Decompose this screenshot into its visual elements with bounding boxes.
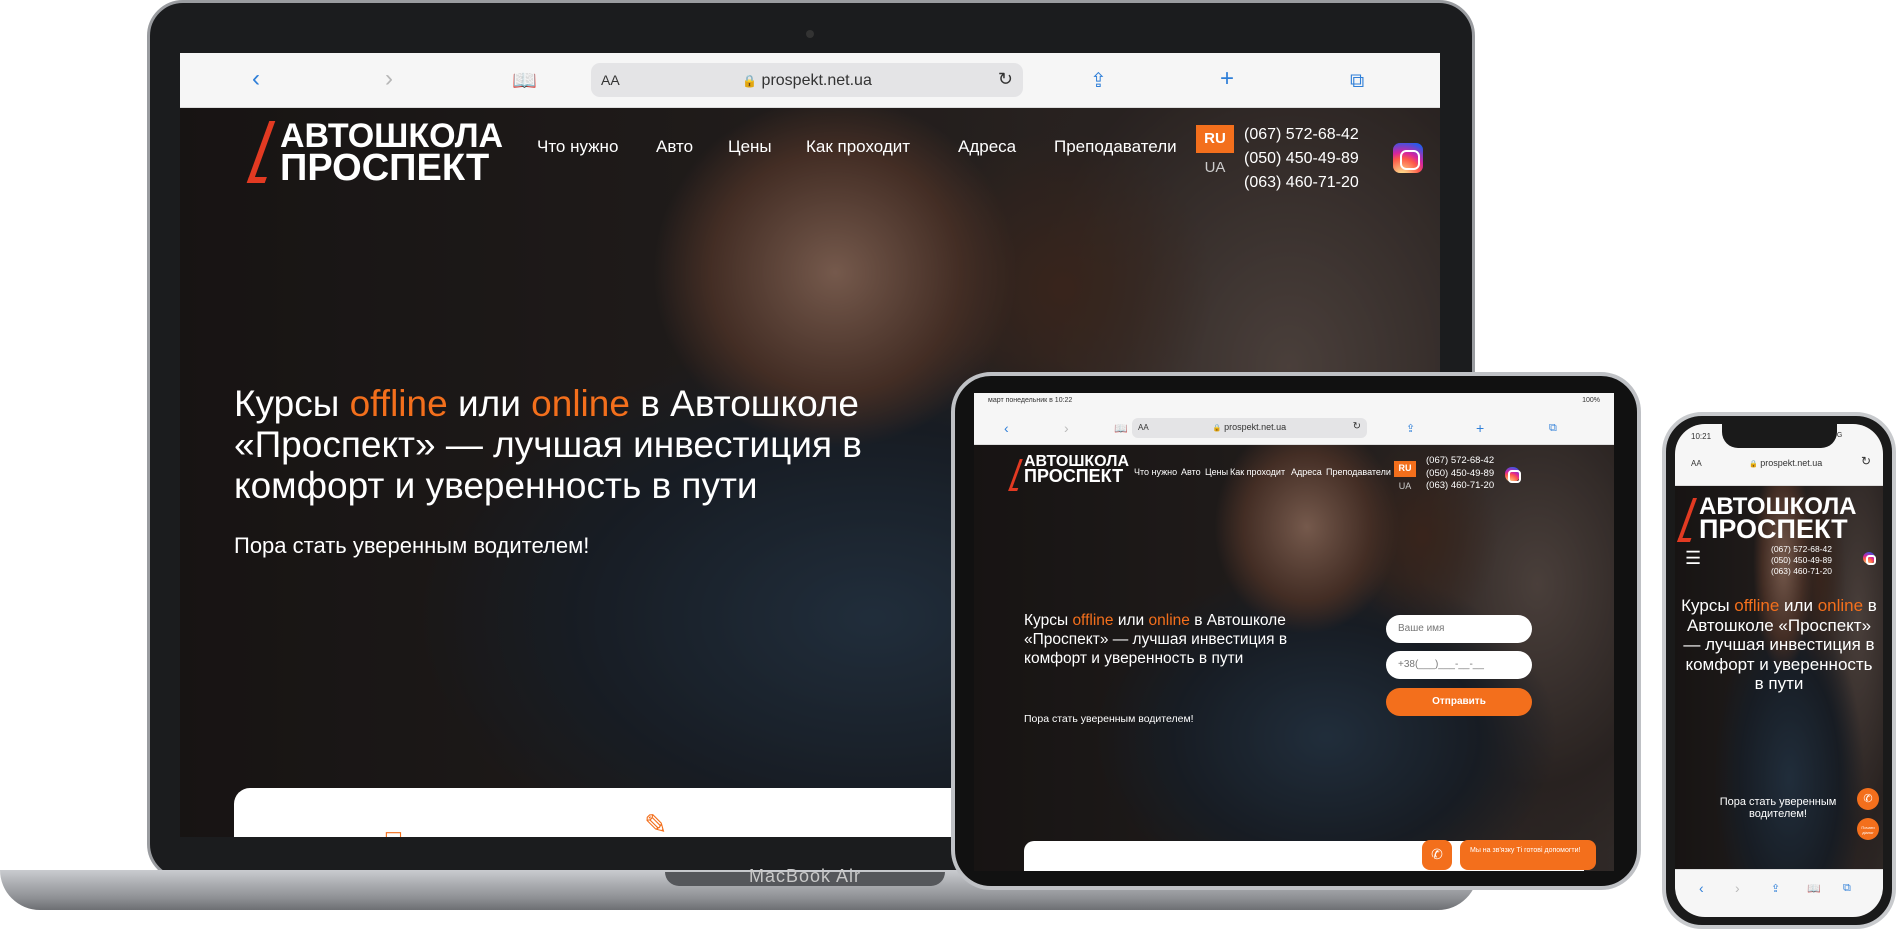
- address-bar[interactable]: AA 🔒 prospekt.net.ua ↻: [591, 63, 1023, 97]
- document-icon: ▭: [384, 824, 403, 837]
- forward-icon[interactable]: ›: [385, 67, 393, 91]
- phone-input[interactable]: +38(___)___-__-__: [1386, 651, 1532, 679]
- lock-icon: 🔒: [1749, 461, 1758, 468]
- lang-ru[interactable]: RU: [1196, 125, 1234, 153]
- new-tab-icon[interactable]: +: [1476, 420, 1484, 436]
- call-button[interactable]: ✆: [1422, 840, 1452, 870]
- nav-how-it-goes[interactable]: Как проходит: [806, 137, 910, 157]
- share-icon[interactable]: ⇪: [1771, 882, 1780, 895]
- phone-1[interactable]: (067) 572-68-42: [1244, 123, 1359, 147]
- name-input[interactable]: Ваше имя: [1386, 615, 1532, 643]
- back-icon[interactable]: ‹: [252, 67, 260, 91]
- reload-icon[interactable]: ↻: [1861, 454, 1871, 468]
- bookmarks-icon[interactable]: 📖: [1807, 882, 1821, 895]
- browser-toolbar: ‹ › 📖 AA 🔒 prospekt.net.ua ↻ ⇪ + ⧉: [180, 53, 1440, 108]
- share-icon[interactable]: ⇪: [1406, 422, 1415, 435]
- chat-widget[interactable]: Мы на зв'язку Ті готові допомогти!: [1460, 840, 1596, 870]
- phone-3[interactable]: (063) 460-71-20: [1244, 171, 1359, 195]
- share-icon[interactable]: ⇪: [1090, 69, 1107, 93]
- lang-ua[interactable]: UA: [1394, 481, 1416, 491]
- phone-phone-list: (067) 572-68-42 (050) 450-49-89 (063) 46…: [1771, 544, 1832, 576]
- nav-auto[interactable]: Авто: [656, 137, 693, 157]
- url-text: prospekt.net.ua: [761, 72, 872, 89]
- new-tab-icon[interactable]: +: [1220, 67, 1234, 91]
- nav-what-needed[interactable]: Что нужно: [537, 137, 618, 157]
- nav-prices[interactable]: Цены: [728, 137, 772, 157]
- lang-ua[interactable]: UA: [1196, 159, 1234, 176]
- phone-browser-bottom: ‹ › ⇪ 📖 ⧉: [1675, 869, 1883, 917]
- forward-icon[interactable]: ›: [1064, 420, 1069, 436]
- phone-chat-button[interactable]: Почати діалог: [1857, 818, 1879, 840]
- pencil-icon: ✎: [644, 809, 668, 837]
- phone-list: (067) 572-68-42 (050) 450-49-89 (063) 46…: [1244, 123, 1359, 195]
- instagram-icon[interactable]: [1505, 467, 1521, 483]
- phone-time: 10:21: [1691, 432, 1712, 441]
- phone-2[interactable]: (050) 450-49-89: [1244, 147, 1359, 171]
- phone-call-button[interactable]: ✆: [1857, 788, 1879, 810]
- back-icon[interactable]: ‹: [1004, 420, 1009, 436]
- forward-icon[interactable]: ›: [1735, 880, 1740, 896]
- phone-hero-subtitle: Пора стать уверенным водителем!: [1719, 796, 1837, 820]
- tablet-address-bar[interactable]: AA 🔒 prospekt.net.ua ↻: [1132, 418, 1367, 438]
- hero-title: Курсы offline или online в Автошколе «Пр…: [234, 383, 862, 506]
- lock-icon: 🔒: [742, 74, 758, 88]
- submit-button[interactable]: Отправить: [1386, 688, 1532, 716]
- nav-teachers[interactable]: Преподаватели: [1054, 137, 1177, 157]
- phone-url[interactable]: 🔒 prospekt.net.ua: [1749, 458, 1822, 468]
- tablet-hero-title: Курсы offline или online в Автошколе «Пр…: [1024, 612, 1288, 667]
- instagram-icon[interactable]: [1393, 143, 1423, 173]
- laptop-model-label: MacBook Air: [748, 866, 862, 886]
- tablet-status-bar: март понедельник в 10:22 100%: [974, 393, 1614, 411]
- hamburger-menu-icon[interactable]: ☰: [1685, 548, 1701, 569]
- tablet-screen: март понедельник в 10:22 100% ‹ › 📖 AA 🔒…: [974, 393, 1614, 871]
- reload-icon[interactable]: ↻: [998, 69, 1013, 90]
- phone-site-logo[interactable]: АВТОШКОЛА ПРОСПЕКТ: [1676, 492, 1861, 552]
- lock-icon: 🔒: [1212, 425, 1222, 432]
- tablet-phone-list: (067) 572-68-42 (050) 450-49-89 (063) 46…: [1426, 455, 1495, 491]
- lang-ru[interactable]: RU: [1394, 461, 1416, 477]
- reload-icon[interactable]: ↻: [1353, 421, 1361, 432]
- instagram-icon[interactable]: [1863, 552, 1877, 566]
- tablet-hero-subtitle: Пора стать уверенным водителем!: [1024, 713, 1194, 725]
- phone-notch: [1722, 424, 1837, 448]
- nav-addresses[interactable]: Адреса: [958, 137, 1016, 157]
- site-logo[interactable]: АВТОШКОЛА ПРОСПЕКТ: [246, 113, 503, 193]
- bookmarks-icon[interactable]: 📖: [512, 69, 537, 93]
- camera-dot: [806, 30, 814, 38]
- back-icon[interactable]: ‹: [1699, 880, 1704, 896]
- tablet-site-logo[interactable]: АВТОШКОЛА ПРОСПЕКТ: [1008, 453, 1142, 495]
- phone-screen: 10:21 5G AA 🔒 prospekt.net.ua ↻ АВТОШКОЛ…: [1675, 424, 1883, 917]
- tabs-icon[interactable]: ⧉: [1549, 422, 1557, 435]
- tabs-icon[interactable]: ⧉: [1350, 69, 1364, 93]
- hero-subtitle: Пора стать уверенным водителем!: [234, 533, 590, 558]
- phone-hero-title: Курсы offline или online в Автошколе «Пр…: [1681, 596, 1877, 693]
- tablet-browser-toolbar: ‹ › 📖 AA 🔒 prospekt.net.ua ↻ ⇪ + ⧉: [974, 411, 1614, 445]
- tabs-icon[interactable]: ⧉: [1843, 882, 1851, 895]
- bookmarks-icon[interactable]: 📖: [1114, 422, 1128, 435]
